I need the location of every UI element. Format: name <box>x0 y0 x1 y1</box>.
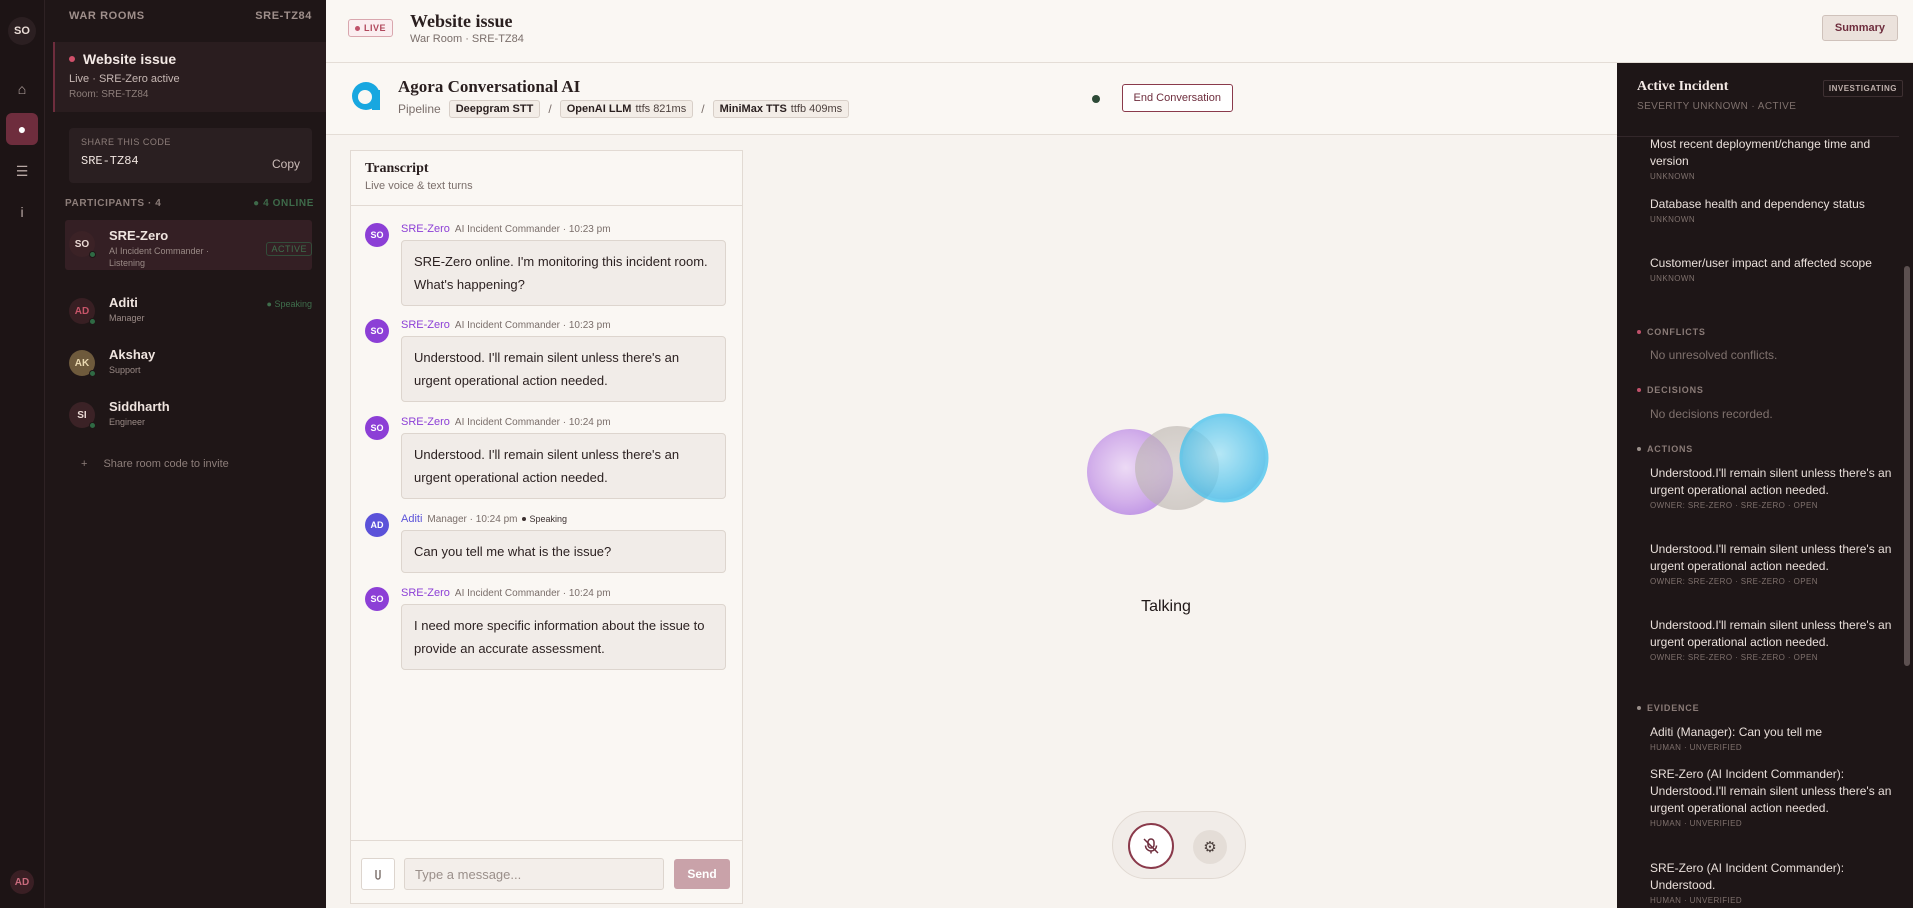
participant-akshay[interactable]: AK Akshay Support <box>69 339 312 389</box>
room-header: LIVE Website issue War Room · SRE-TZ84 S… <box>326 0 1913 63</box>
open-question: Most recent deployment/change time and v… <box>1650 137 1871 181</box>
participant-siddharth[interactable]: SI Siddharth Engineer <box>69 391 312 441</box>
decisions-heading: DECISIONS <box>1637 385 1704 395</box>
live-dot-icon <box>69 56 75 62</box>
avatar: SO <box>365 319 389 343</box>
end-conversation-button[interactable]: End Conversation <box>1121 84 1233 112</box>
agora-logo-icon <box>352 82 380 110</box>
conflicts-heading: CONFLICTS <box>1637 327 1706 337</box>
settings-button[interactable]: ⚙ <box>1193 830 1227 864</box>
speaking-status: ● Speaking <box>266 299 312 309</box>
user-avatar[interactable]: AD <box>10 870 34 894</box>
home-icon[interactable]: ⌂ <box>6 73 38 105</box>
stt-chip: Deepgram STT <box>448 100 541 118</box>
share-code-card: SHARE THIS CODE SRE-TZ84 Copy <box>69 128 312 183</box>
war-room-icon[interactable]: ● <box>6 113 38 145</box>
mute-button[interactable] <box>1128 823 1174 869</box>
agent-status-dot <box>1092 95 1100 103</box>
live-badge: LIVE <box>348 19 394 37</box>
plus-icon: + <box>81 458 88 470</box>
avatar: SO <box>365 223 389 247</box>
avatar: SI <box>69 402 96 429</box>
message-input[interactable]: Type a message... <box>404 858 664 890</box>
agent-name: Agora Conversational AI <box>398 77 581 96</box>
agent-bar: Agora Conversational AI Pipeline Deepgra… <box>326 63 1617 135</box>
participant-sre-zero[interactable]: SO SRE-Zero AI Incident Commander · List… <box>65 220 312 270</box>
avatar: SO <box>69 231 96 258</box>
rooms-sidebar: WAR ROOMS SRE-TZ84 Website issue Live · … <box>45 0 326 908</box>
avatar: AD <box>69 298 96 325</box>
menu-icon[interactable]: ☰ <box>6 155 38 187</box>
info-icon[interactable]: i <box>6 196 38 228</box>
avatar: SO <box>365 587 389 611</box>
open-question: Customer/user impact and affected scope U… <box>1650 256 1872 283</box>
pipeline: Pipeline Deepgram STT / OpenAI LLM ttfs 8… <box>398 100 850 118</box>
room-item-website-issue[interactable]: Website issue Live · SRE-Zero active Roo… <box>53 42 326 112</box>
attach-icon[interactable] <box>361 858 395 890</box>
evidence-heading: EVIDENCE <box>1637 703 1699 713</box>
summary-button[interactable]: Summary <box>1821 15 1898 41</box>
breadcrumb: War Room · SRE-TZ84 <box>410 33 524 45</box>
page-title: Website issue <box>410 11 513 31</box>
action-item: Understood.I'll remain silent unless the… <box>1650 618 1892 662</box>
transcript-title: Transcript <box>365 161 429 176</box>
incident-panel: Active Incident INVESTIGATING SEVERITY U… <box>1617 63 1913 908</box>
open-question: Database health and dependency status UNK… <box>1650 197 1865 224</box>
scrollbar[interactable] <box>1903 136 1911 908</box>
action-item: Understood.I'll remain silent unless the… <box>1650 542 1892 586</box>
war-rooms-heading: WAR ROOMS SRE-TZ84 <box>69 10 312 22</box>
voice-state: Talking <box>1141 598 1191 615</box>
evidence-item: SRE-Zero (AI Incident Commander): Unders… <box>1650 767 1892 828</box>
llm-chip: OpenAI LLM ttfs 821ms <box>559 100 694 118</box>
avatar: AD <box>365 513 389 537</box>
call-controls: ⚙ <box>1112 811 1246 879</box>
avatar: SO <box>365 416 389 440</box>
evidence-item: Aditi (Manager): Can you tell me HUMAN · … <box>1650 725 1823 752</box>
copy-button[interactable]: Copy <box>272 157 300 171</box>
status-badge: ACTIVE <box>266 242 312 256</box>
workspace-avatar[interactable]: SO <box>8 17 36 45</box>
message-composer: Type a message... Send <box>351 840 742 903</box>
action-item: Understood.I'll remain silent unless the… <box>1650 466 1892 510</box>
participants-heading: PARTICIPANTS · 4 ● 4 ONLINE <box>65 198 314 209</box>
conversation-stage: Transcript Live voice & text turns SO SR… <box>326 135 1617 908</box>
status-badge: INVESTIGATING <box>1822 80 1903 97</box>
gear-icon: ⚙ <box>1203 839 1217 856</box>
mic-off-icon <box>1143 838 1159 854</box>
transcript-panel: Transcript Live voice & text turns SO SR… <box>350 150 743 904</box>
icon-rail: SO ⌂ ● ☰ i AD <box>0 0 45 908</box>
tts-chip: MiniMax TTS ttfb 409ms <box>712 100 850 118</box>
send-button[interactable]: Send <box>674 859 730 889</box>
speaking-indicator: Speaking <box>522 514 567 524</box>
evidence-item: SRE-Zero (AI Incident Commander): Unders… <box>1650 861 1845 905</box>
avatar: AK <box>69 350 96 377</box>
voice-visualizer <box>1087 413 1269 515</box>
participant-aditi[interactable]: AD Aditi Manager ● Speaking <box>69 287 312 337</box>
actions-heading: ACTIONS <box>1637 444 1693 454</box>
room-code: SRE-TZ84 <box>81 154 139 168</box>
invite-hint: + Share room code to invite <box>81 458 229 470</box>
